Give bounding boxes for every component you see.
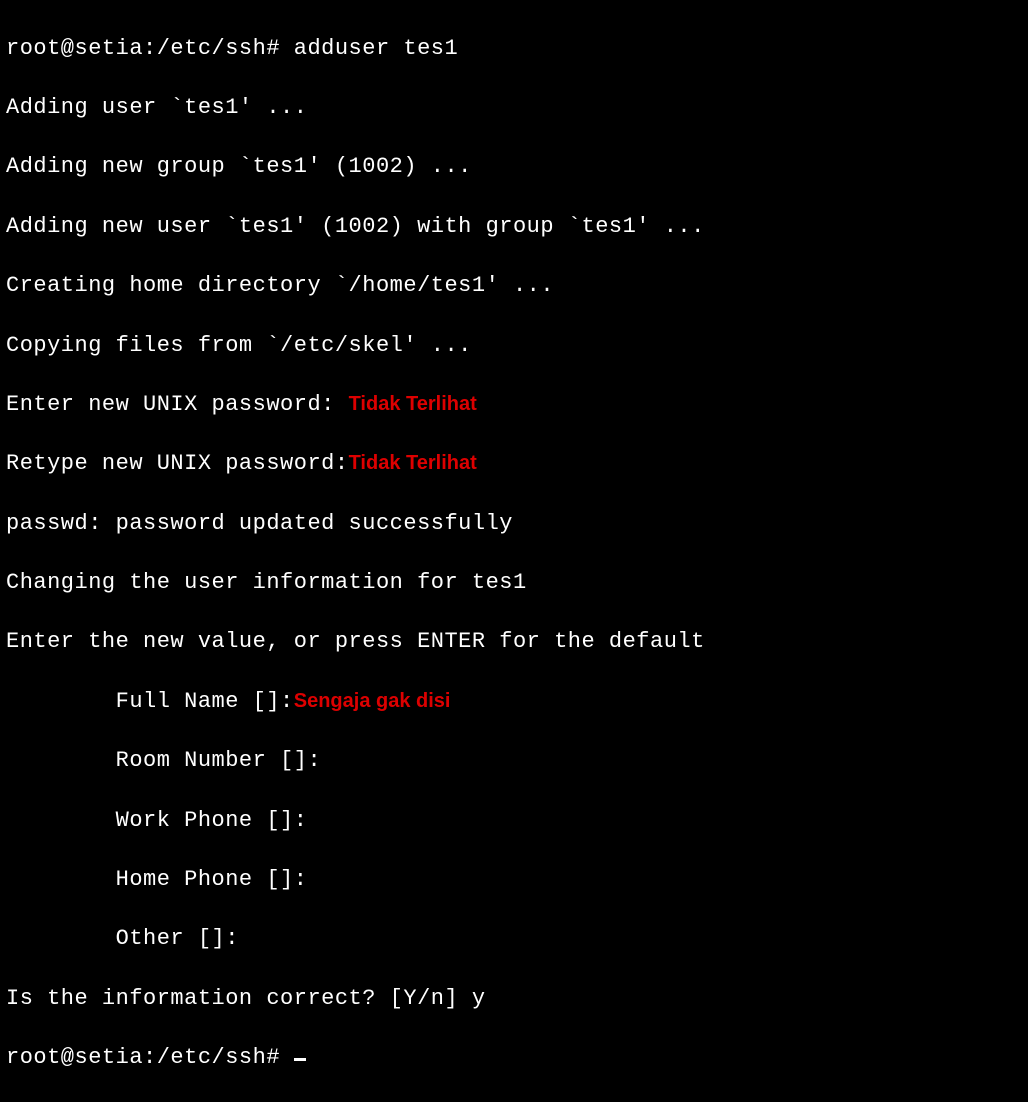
output-line: Adding new user `tes1' (1002) with group… — [6, 212, 1022, 242]
password-prompt-line: Enter new UNIX password: Tidak Terlihat — [6, 390, 1022, 420]
annotation-hidden-1: Tidak Terlihat — [349, 393, 477, 415]
confirm-line: Is the information correct? [Y/n] y — [6, 984, 1022, 1014]
output-line: Creating home directory `/home/tes1' ... — [6, 271, 1022, 301]
password-retype-prompt: Retype new UNIX password: — [6, 451, 349, 476]
output-line: Changing the user information for tes1 — [6, 568, 1022, 598]
shell-prompt: root@setia:/etc/ssh# — [6, 1045, 294, 1070]
output-line: passwd: password updated successfully — [6, 509, 1022, 539]
output-line: Enter the new value, or press ENTER for … — [6, 627, 1022, 657]
shell-prompt: root@setia:/etc/ssh# — [6, 36, 294, 61]
homephone-prompt: Home Phone []: — [6, 865, 1022, 895]
output-line: Adding new group `tes1' (1002) ... — [6, 152, 1022, 182]
other-prompt: Other []: — [6, 924, 1022, 954]
fullname-prompt: Full Name []: — [6, 689, 294, 714]
confirm-prompt: Is the information correct? [Y/n] — [6, 986, 472, 1011]
roomnumber-prompt: Room Number []: — [6, 746, 1022, 776]
fullname-prompt-line: Full Name []:Sengaja gak disi — [6, 687, 1022, 717]
terminal-output[interactable]: root@setia:/etc/ssh# adduser tes1 Adding… — [6, 4, 1022, 1102]
output-line: Copying files from `/etc/skel' ... — [6, 331, 1022, 361]
confirm-answer: y — [472, 986, 486, 1011]
cursor[interactable] — [294, 1058, 306, 1061]
command-text: adduser tes1 — [294, 36, 458, 61]
prompt-line-1: root@setia:/etc/ssh# adduser tes1 — [6, 34, 1022, 64]
annotation-blank: Sengaja gak disi — [294, 690, 451, 712]
annotation-hidden-2: Tidak Terlihat — [349, 452, 477, 474]
password-prompt: Enter new UNIX password: — [6, 392, 349, 417]
password-retype-line: Retype new UNIX password:Tidak Terlihat — [6, 449, 1022, 479]
output-line: Adding user `tes1' ... — [6, 93, 1022, 123]
prompt-line-2: root@setia:/etc/ssh# — [6, 1043, 1022, 1073]
workphone-prompt: Work Phone []: — [6, 806, 1022, 836]
